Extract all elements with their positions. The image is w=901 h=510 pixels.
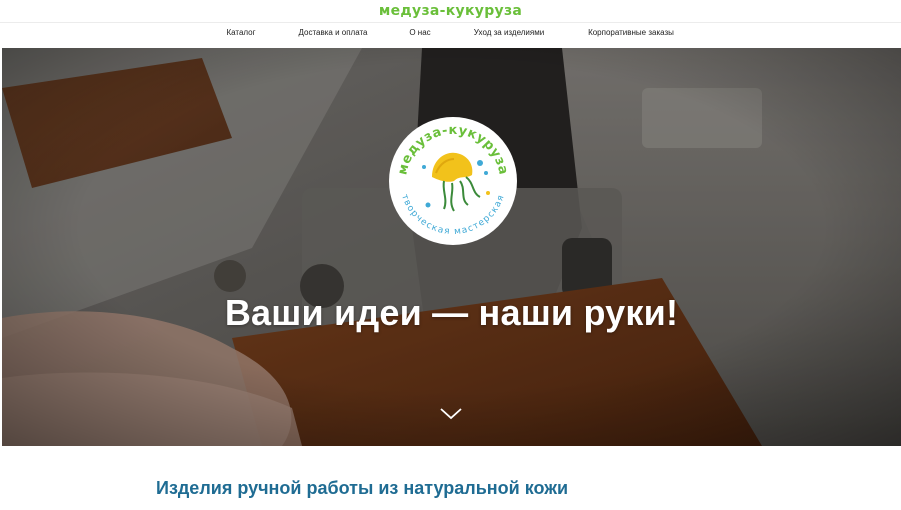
hero-banner: медуза-кукуруза творческая мастерская Ва…	[2, 48, 901, 446]
chevron-down-icon[interactable]	[439, 404, 463, 422]
header-divider	[0, 22, 901, 23]
hero-title: Ваши идеи — наши руки!	[224, 292, 679, 333]
section-heading: Изделия ручной работы из натуральной кож…	[156, 478, 569, 498]
workshop-badge-logo: медуза-кукуруза творческая мастерская	[389, 117, 517, 245]
site-logo-text: медуза-кукуруза	[378, 3, 523, 19]
nav-item-delivery[interactable]: Доставка и оплата	[298, 28, 367, 37]
nav-item-care[interactable]: Уход за изделиями	[474, 28, 544, 37]
main-nav: Каталог Доставка и оплата О нас Уход за …	[0, 28, 901, 44]
hero-background-image	[2, 48, 901, 446]
nav-item-catalog[interactable]: Каталог	[226, 28, 255, 37]
nav-item-about[interactable]: О нас	[409, 28, 430, 37]
site-logo[interactable]: медуза-кукуруза	[0, 3, 901, 19]
nav-item-corporate[interactable]: Корпоративные заказы	[588, 28, 674, 37]
